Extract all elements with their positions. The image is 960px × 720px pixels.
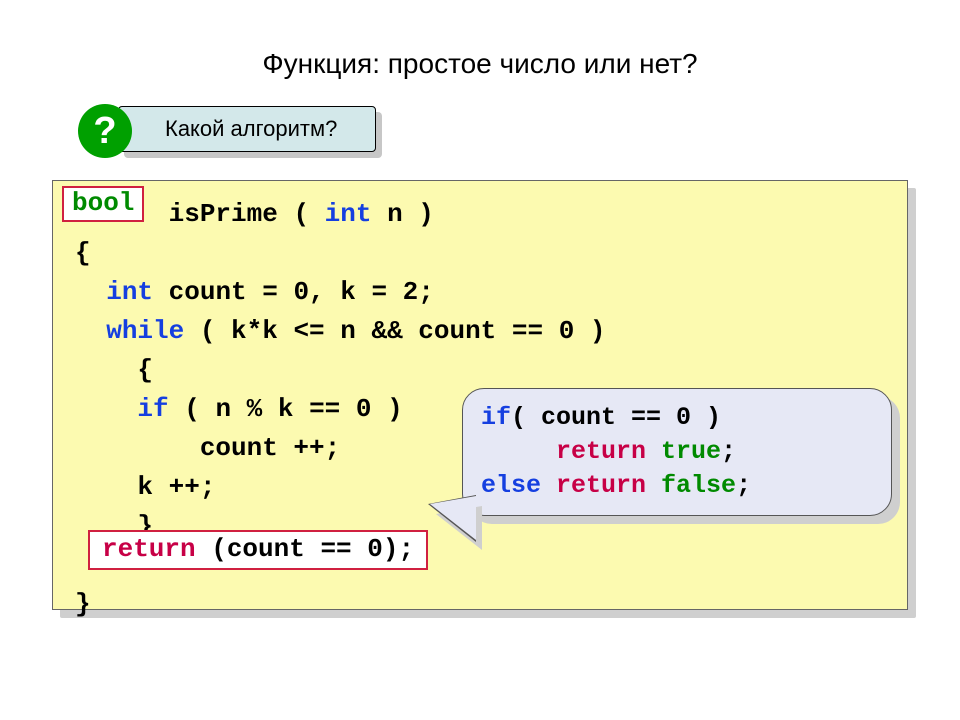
code-line-2: { — [75, 238, 91, 268]
code-line-5: { — [75, 355, 153, 385]
question-header: Какой алгоритм? ? — [78, 106, 378, 154]
bool-badge: bool — [62, 186, 144, 222]
bubble-body: if( count == 0 ) return true; else retur… — [462, 388, 892, 516]
return-badge: return (count == 0); — [88, 530, 428, 570]
code-line-6: if ( n % k == 0 ) — [75, 394, 403, 424]
code-line-3: int count = 0, k = 2; — [75, 277, 434, 307]
bubble-line-2: return true; — [481, 437, 736, 466]
code-line-11: } — [75, 589, 91, 619]
header-front: Какой алгоритм? — [118, 106, 376, 152]
page-title: Функция: простое число или нет? — [0, 48, 960, 80]
slide: Функция: простое число или нет? Какой ал… — [0, 0, 960, 720]
code-line-7: count ++; — [75, 433, 340, 463]
code-line-4: while ( k*k <= n && count == 0 ) — [75, 316, 606, 346]
question-mark-icon: ? — [78, 104, 132, 158]
code-line-8: k ++; — [75, 472, 215, 502]
return-keyword: return — [102, 534, 196, 564]
speech-bubble: if( count == 0 ) return true; else retur… — [462, 388, 892, 516]
bubble-line-3: else return false; — [481, 471, 751, 500]
bubble-line-1: if( count == 0 ) — [481, 403, 721, 432]
bubble-tail — [430, 496, 476, 540]
